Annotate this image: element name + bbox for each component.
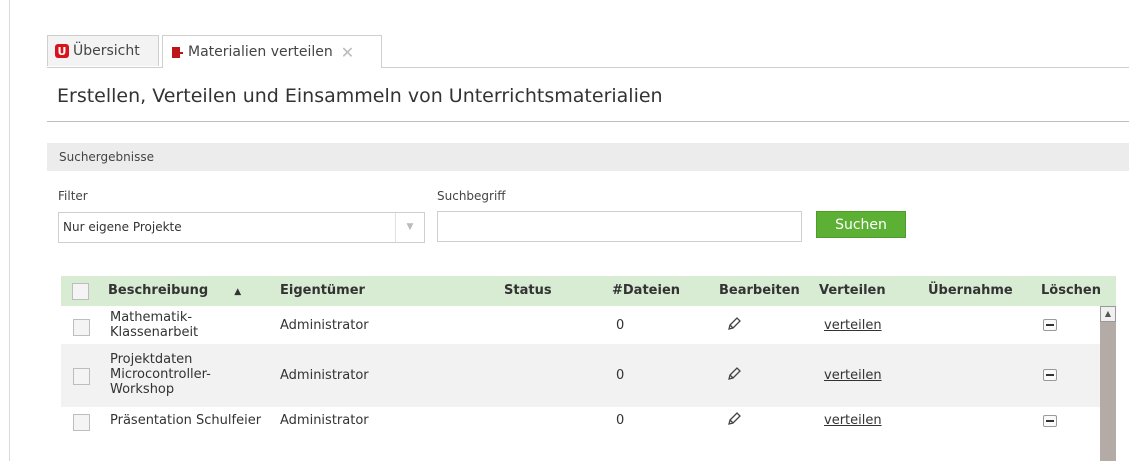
row-owner: Administrator (280, 368, 369, 383)
title-divider (47, 121, 1129, 122)
filter-select[interactable]: Nur eigene Projekte ▼ (58, 212, 425, 243)
row-description: Präsentation Schulfeier (110, 413, 262, 428)
tab-label: Übersicht (73, 43, 140, 59)
row-description: Mathematik- Klassenarbeit (110, 310, 199, 340)
search-input[interactable] (437, 211, 802, 242)
delete-icon[interactable] (1043, 319, 1057, 331)
row-description: Projektdaten Microcontroller- Workshop (110, 352, 211, 397)
sort-ascending-icon[interactable]: ▲ (234, 287, 241, 297)
table-row[interactable]: Präsentation Schulfeier Administrator 0 … (61, 407, 1101, 435)
column-header-files[interactable]: #Dateien (612, 276, 680, 306)
table-header: Beschreibung ▲ Eigentümer Status #Dateien… (61, 276, 1116, 306)
chevron-down-icon[interactable]: ▼ (395, 213, 424, 242)
results-table: Beschreibung ▲ Eigentümer Status #Dateien… (61, 276, 1116, 461)
filter-value: Nur eigene Projekte (63, 220, 182, 234)
column-header-description[interactable]: Beschreibung ▲ (108, 276, 241, 307)
pencil-icon[interactable] (726, 316, 742, 332)
table-row[interactable]: Mathematik- Klassenarbeit Administrator … (61, 306, 1101, 344)
page-title: Erstellen, Verteilen und Einsammeln von … (57, 85, 663, 107)
column-header-status[interactable]: Status (504, 276, 552, 306)
row-checkbox[interactable] (73, 368, 90, 385)
tab-bar: U Übersicht Materialien verteilen ✕ (47, 35, 1129, 68)
row-file-count: 0 (616, 318, 625, 333)
filter-label: Filter (58, 189, 88, 203)
table-row[interactable]: Projektdaten Microcontroller- Workshop A… (61, 344, 1101, 407)
delete-icon[interactable] (1043, 369, 1057, 381)
column-header-owner[interactable]: Eigentümer (280, 276, 365, 306)
left-divider (9, 0, 10, 461)
distribute-link[interactable]: verteilen (824, 318, 882, 333)
row-file-count: 0 (616, 368, 625, 383)
close-icon[interactable]: ✕ (341, 43, 354, 62)
select-all-checkbox[interactable] (72, 283, 89, 300)
app-logo-icon: U (55, 44, 69, 58)
pencil-icon[interactable] (726, 366, 742, 382)
row-file-count: 0 (616, 413, 625, 428)
pencil-icon[interactable] (726, 411, 742, 427)
distribute-link[interactable]: verteilen (824, 413, 882, 428)
scroll-up-icon[interactable]: ▲ (1100, 306, 1116, 322)
distribute-link[interactable]: verteilen (824, 368, 882, 383)
row-owner: Administrator (280, 413, 369, 428)
section-header: Suchergebnisse (47, 143, 1129, 171)
search-label: Suchbegriff (437, 189, 506, 203)
row-owner: Administrator (280, 318, 369, 333)
column-header-distribute: Verteilen (819, 283, 886, 298)
row-checkbox[interactable] (73, 319, 90, 336)
book-icon (172, 46, 183, 58)
tab-materialien-verteilen[interactable]: Materialien verteilen ✕ (162, 35, 382, 68)
column-header-delete: Löschen (1041, 283, 1101, 298)
tab-uebersicht[interactable]: U Übersicht (47, 35, 159, 66)
column-header-edit: Bearbeiten (719, 283, 800, 298)
row-checkbox[interactable] (73, 414, 90, 431)
tab-label: Materialien verteilen (188, 44, 333, 60)
table-scrollbar[interactable]: ▲ (1100, 306, 1116, 461)
search-button[interactable]: Suchen (816, 211, 906, 238)
delete-icon[interactable] (1043, 415, 1057, 427)
column-header-takeover: Übernahme (928, 283, 1013, 298)
